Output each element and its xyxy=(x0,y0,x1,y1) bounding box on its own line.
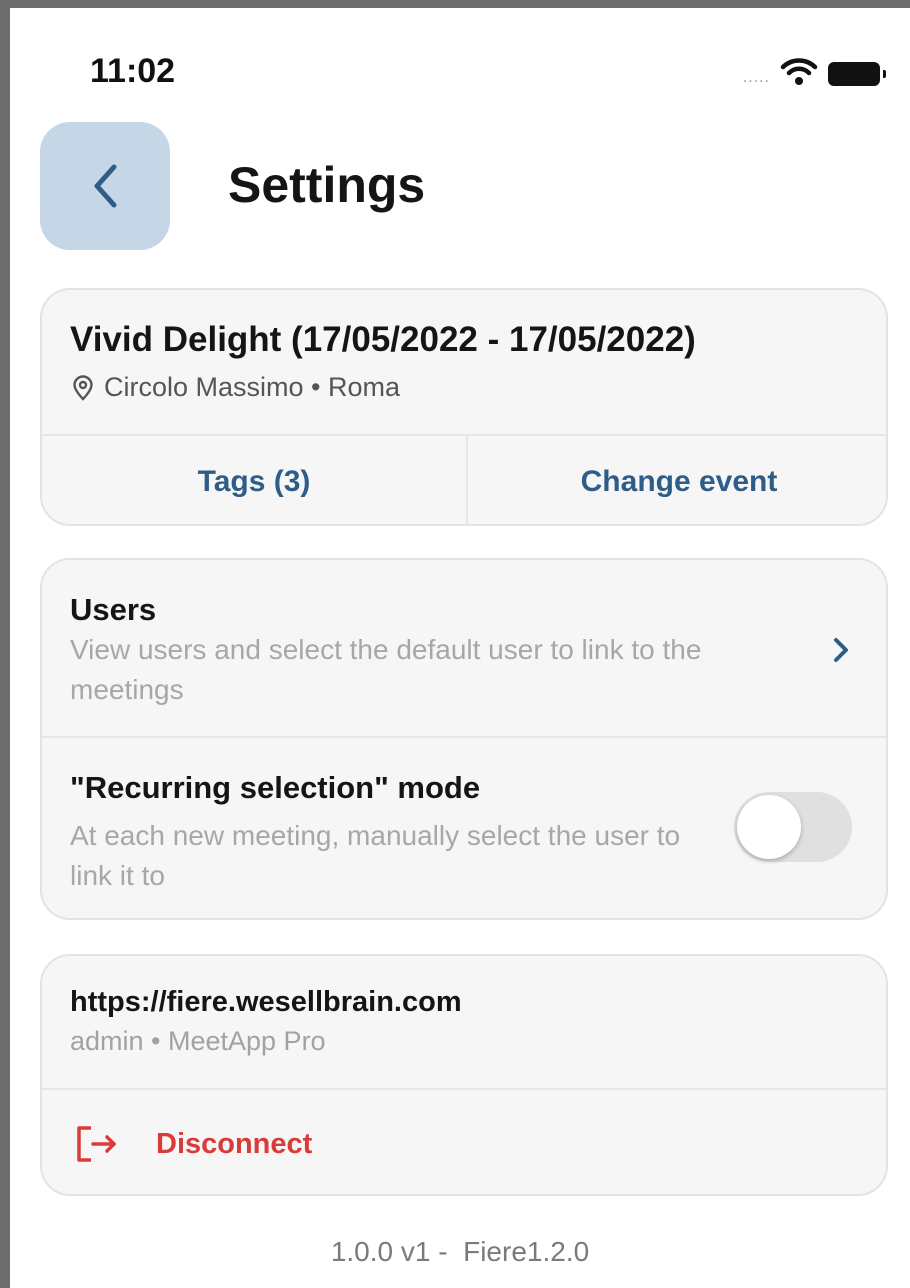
recurring-description: At each new meeting, manually select the… xyxy=(70,820,681,891)
status-icons: ..... xyxy=(742,56,886,91)
recurring-selection-row: "Recurring selection" mode At each new m… xyxy=(42,738,886,918)
logout-icon xyxy=(74,1124,122,1164)
app-version: 1.0.0 v1 - Fiere1.2.0 xyxy=(330,1236,590,1267)
recurring-title: "Recurring selection" mode xyxy=(70,770,481,805)
disconnect-label: Disconnect xyxy=(156,1127,313,1160)
users-row[interactable]: Users View users and select the default … xyxy=(42,560,886,736)
event-card: Vivid Delight (17/05/2022 - 17/05/2022) … xyxy=(40,288,888,526)
event-location-text: Circolo Massimo • Roma xyxy=(104,372,401,402)
toggle-knob xyxy=(737,795,801,859)
server-url: https://fiere.wesellbrain.com xyxy=(70,986,462,1018)
signal-icon: ..... xyxy=(742,68,770,86)
battery-icon xyxy=(828,61,886,86)
users-description: View users and select the default user t… xyxy=(70,634,702,705)
chevron-left-icon xyxy=(94,164,117,208)
status-time: 11:02 xyxy=(90,52,176,90)
map-pin-icon xyxy=(73,374,93,401)
back-button[interactable] xyxy=(40,122,170,250)
status-bar: 11:02 ..... xyxy=(10,8,910,118)
disconnect-button[interactable]: Disconnect xyxy=(42,1090,886,1194)
wifi-icon xyxy=(780,56,818,91)
app-screen: 11:02 ..... Settings Vivid Delight (17/0… xyxy=(0,0,910,1288)
users-title: Users xyxy=(70,592,157,627)
account-card: https://fiere.wesellbrain.com admin • Me… xyxy=(40,954,888,1196)
page-title: Settings xyxy=(228,157,426,213)
account-subtitle: admin • MeetApp Pro xyxy=(70,1026,326,1056)
chevron-right-icon xyxy=(834,638,848,662)
recurring-selection-toggle[interactable] xyxy=(734,792,852,862)
event-location: Circolo Massimo • Roma xyxy=(72,372,400,403)
users-card: Users View users and select the default … xyxy=(40,558,888,920)
event-title: Vivid Delight (17/05/2022 - 17/05/2022) xyxy=(70,320,696,359)
change-event-button[interactable]: Change event xyxy=(468,436,886,524)
tags-button[interactable]: Tags (3) xyxy=(42,436,466,524)
